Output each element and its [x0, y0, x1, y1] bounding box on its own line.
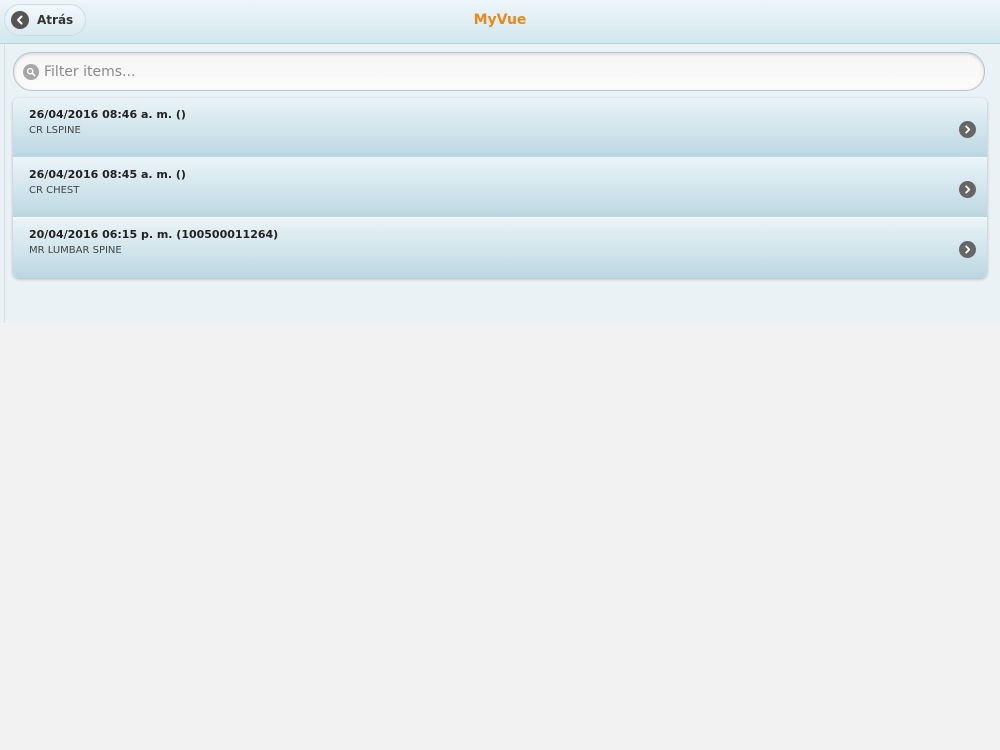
filter-input[interactable]: [44, 56, 944, 87]
chevron-right-icon[interactable]: [959, 241, 976, 258]
study-date: 26/04/2016 08:45 a. m. (): [29, 168, 186, 181]
study-date: 20/04/2016 06:15 p. m. (100500011264): [29, 228, 279, 241]
filter-box: [13, 52, 985, 91]
study-description: MR LUMBAR SPINE: [29, 245, 122, 256]
list-item[interactable]: 26/04/2016 08:45 a. m. () CR CHEST: [13, 158, 987, 218]
list-item[interactable]: 26/04/2016 08:46 a. m. () CR LSPINE: [13, 98, 987, 158]
header-bar: Atrás MyVue: [0, 0, 1000, 44]
chevron-right-icon[interactable]: [959, 181, 976, 198]
panel-divider: [4, 44, 5, 323]
study-date: 26/04/2016 08:46 a. m. (): [29, 108, 186, 121]
study-list: 26/04/2016 08:46 a. m. () CR LSPINE 26/0…: [13, 98, 987, 278]
study-description: CR CHEST: [29, 185, 80, 196]
search-icon: [23, 63, 39, 80]
chevron-right-icon[interactable]: [959, 121, 976, 138]
page-title: MyVue: [473, 12, 527, 28]
study-description: CR LSPINE: [29, 125, 81, 136]
list-item[interactable]: 20/04/2016 06:15 p. m. (100500011264) MR…: [13, 218, 987, 278]
